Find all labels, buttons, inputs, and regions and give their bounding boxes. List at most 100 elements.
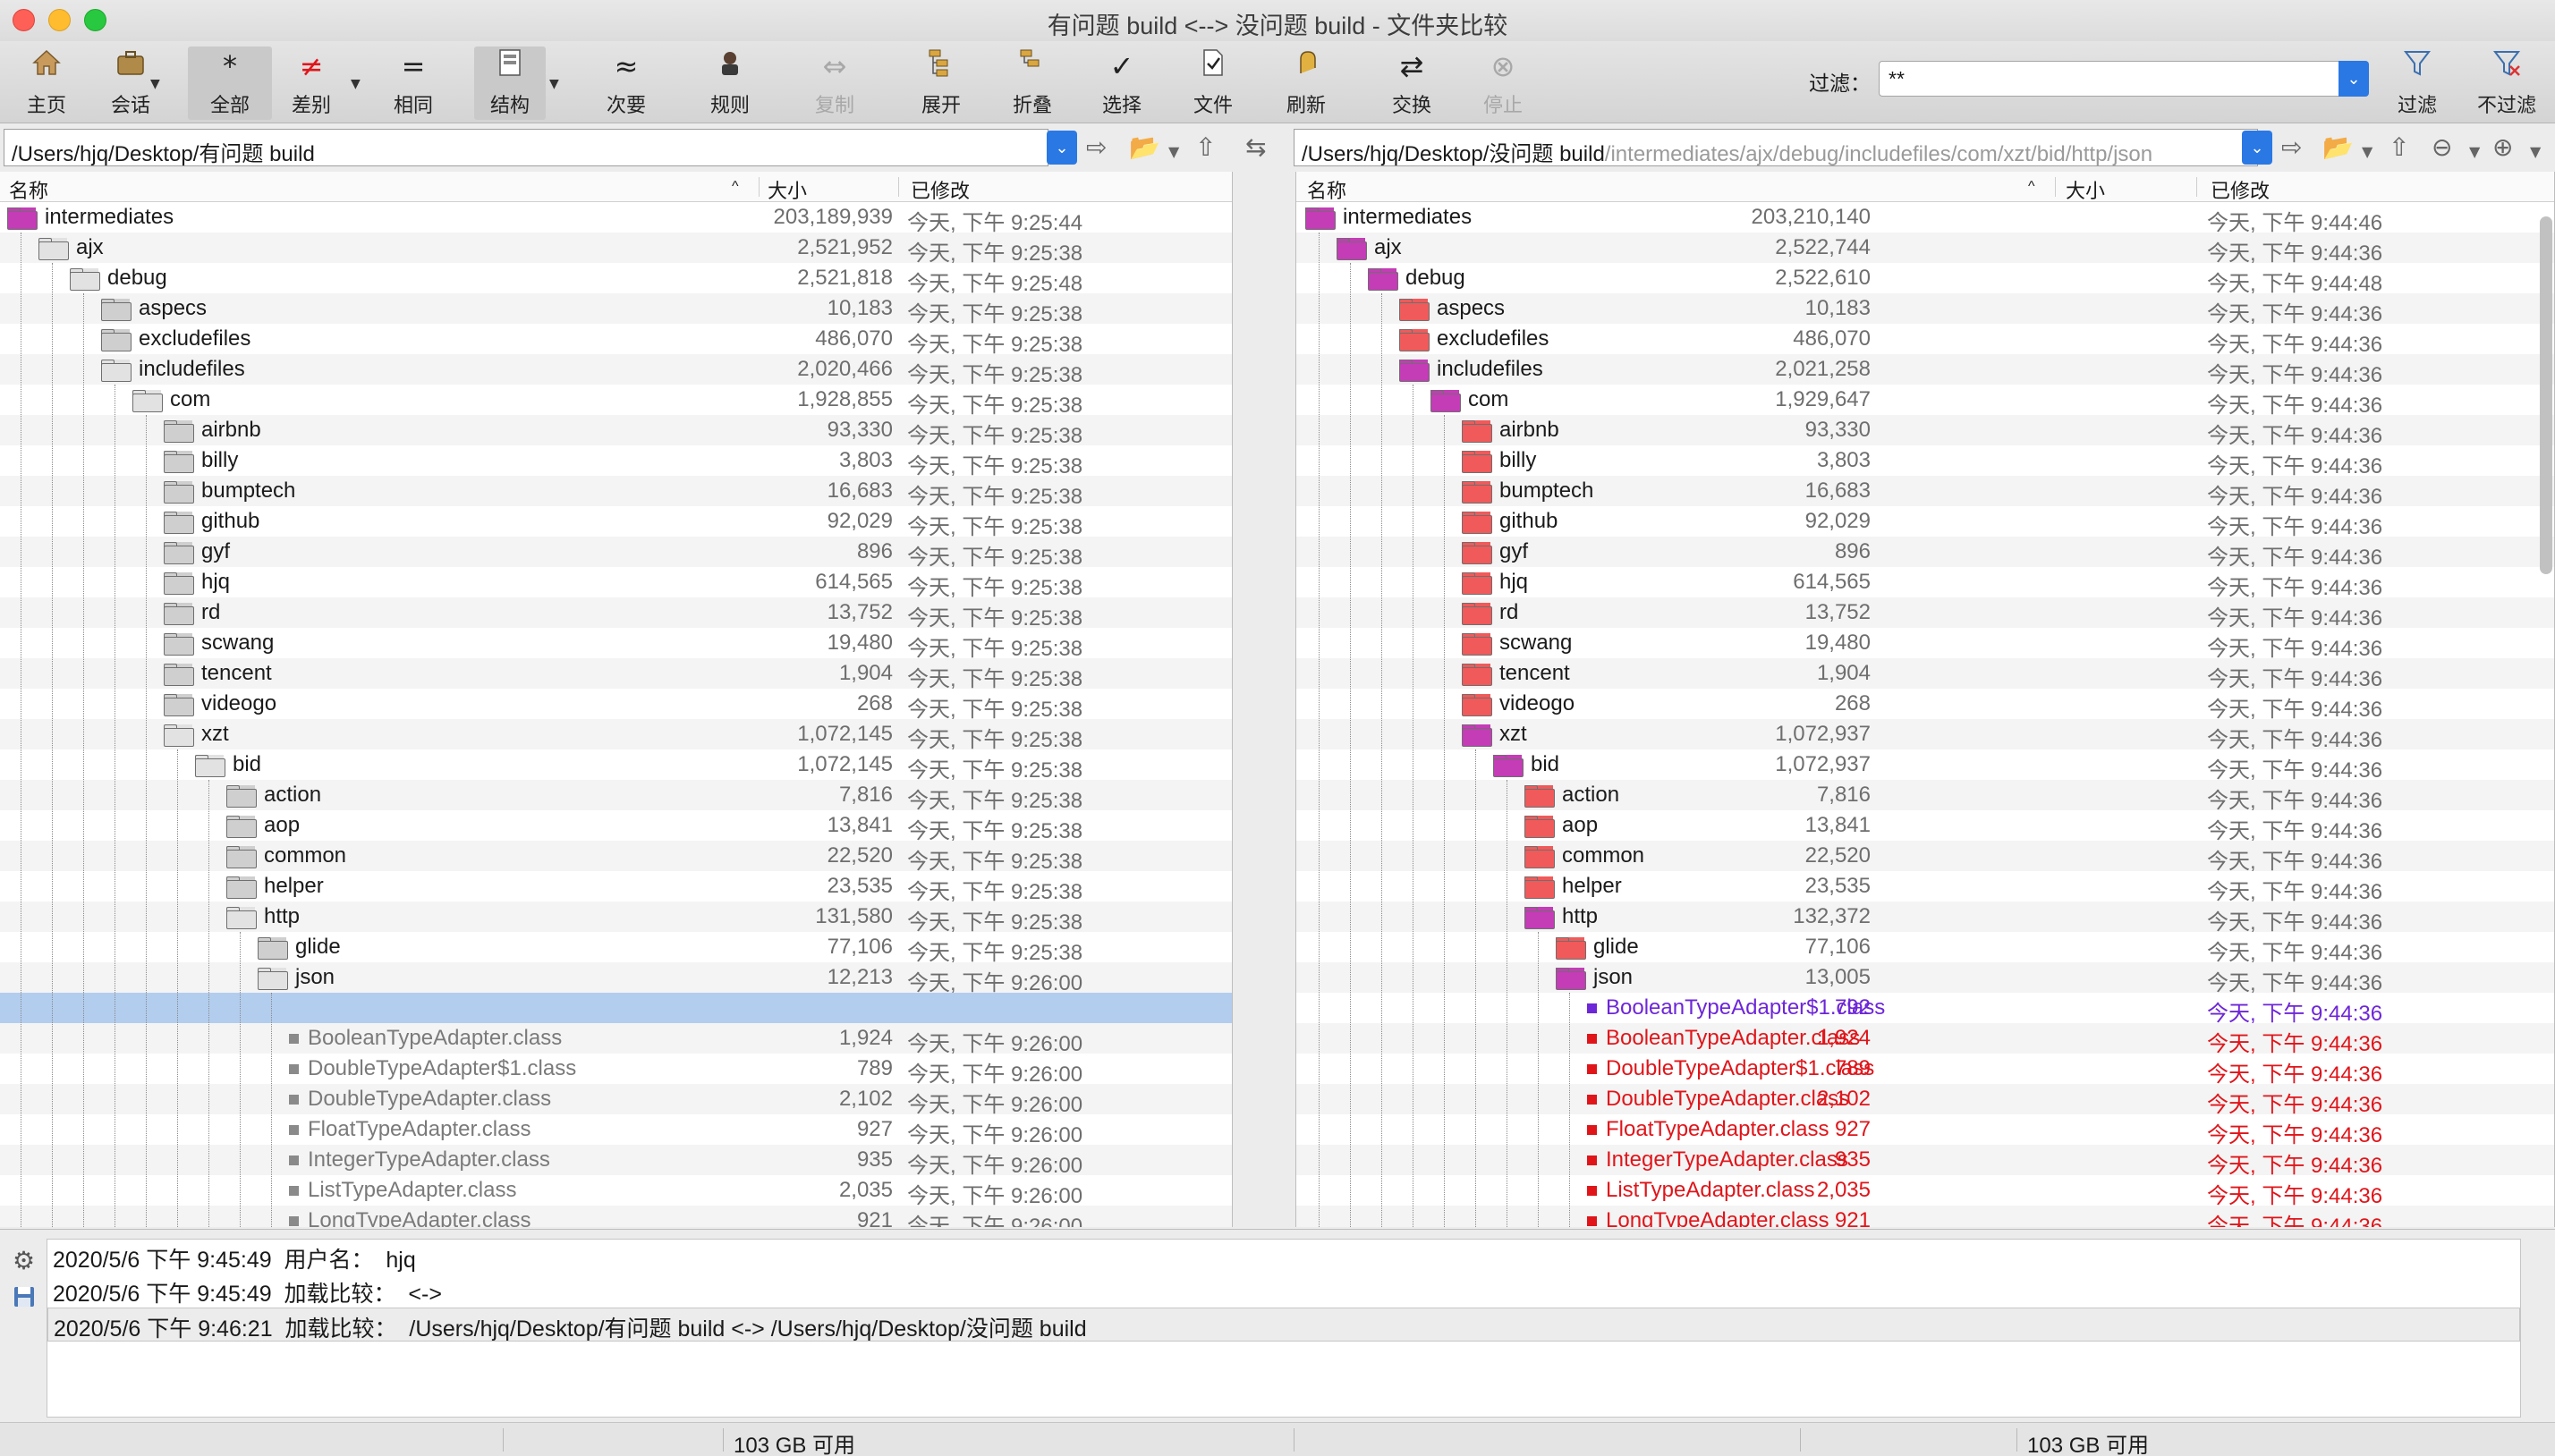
filter-dropdown-button[interactable]: ⌄ <box>2339 61 2369 97</box>
folder-row[interactable]: ajx 2,522,744 今天, 下午 9:44:36 <box>1296 233 2554 266</box>
right-path-input[interactable]: /Users/hjq/Desktop/没问题 build/intermediat… <box>1294 129 2258 166</box>
file-row[interactable]: DoubleTypeAdapter.class 2,102 今天, 下午 9:26:… <box>0 1084 1232 1117</box>
session-button[interactable]: 会话 <box>104 47 157 120</box>
left-open-dropdown-arrow[interactable]: ▼ <box>1168 143 1179 160</box>
folder-row[interactable]: action 7,816 今天, 下午 9:25:38 <box>0 780 1232 813</box>
back-dropdown-arrow[interactable]: ▼ <box>2469 143 2480 160</box>
file-row[interactable]: BooleanTypeAdapter.class 1,924 今天, 下午 9:26… <box>0 1023 1232 1056</box>
folder-row[interactable]: hjq 614,565 今天, 下午 9:44:36 <box>1296 567 2554 600</box>
folder-row[interactable]: xzt 1,072,937 今天, 下午 9:44:36 <box>1296 719 2554 752</box>
folder-row[interactable]: videogo 268 今天, 下午 9:44:36 <box>1296 689 2554 722</box>
rules-button[interactable]: 规则 <box>703 47 757 120</box>
folder-row[interactable]: common 22,520 今天, 下午 9:25:38 <box>0 841 1232 874</box>
folder-row[interactable]: gyf 896 今天, 下午 9:44:36 <box>1296 537 2554 570</box>
file-row[interactable]: FloatTypeAdapter.class 927 今天, 下午 9:26:00 <box>0 1114 1232 1147</box>
file-row[interactable]: DoubleTypeAdapter.class 2,102 今天, 下午 9:44:… <box>1296 1084 2554 1117</box>
file-row[interactable]: LongTypeAdapter.class 921 今天, 下午 9:44:36 <box>1296 1206 2554 1227</box>
folder-row[interactable]: xzt 1,072,145 今天, 下午 9:25:38 <box>0 719 1232 752</box>
folder-row[interactable]: billy 3,803 今天, 下午 9:44:36 <box>1296 445 2554 478</box>
folder-row[interactable]: bumptech 16,683 今天, 下午 9:44:36 <box>1296 476 2554 509</box>
folder-row[interactable]: json 12,213 今天, 下午 9:26:00 <box>0 962 1232 995</box>
folder-row[interactable]: excludefiles 486,070 今天, 下午 9:44:36 <box>1296 324 2554 357</box>
filter-input[interactable]: ** <box>1879 61 2353 97</box>
folder-row[interactable]: ajx 2,521,952 今天, 下午 9:25:38 <box>0 233 1232 266</box>
file-row[interactable]: ListTypeAdapter.class 2,035 今天, 下午 9:26:00 <box>0 1175 1232 1208</box>
file-button[interactable]: 文件 <box>1186 47 1240 120</box>
left-col-modified[interactable]: 已修改 <box>911 175 970 204</box>
right-col-size[interactable]: 大小 <box>2066 175 2105 204</box>
folder-row[interactable]: common 22,520 今天, 下午 9:44:36 <box>1296 841 2554 874</box>
folder-row[interactable]: scwang 19,480 今天, 下午 9:25:38 <box>0 628 1232 661</box>
right-open-dropdown-arrow[interactable]: ▼ <box>2362 143 2372 160</box>
left-up-folder-icon[interactable]: ⇧ <box>1195 132 1216 162</box>
forward-dropdown-arrow[interactable]: ▼ <box>2530 143 2541 160</box>
folder-row[interactable]: helper 23,535 今天, 下午 9:25:38 <box>0 871 1232 904</box>
right-col-name[interactable]: 名称 <box>1307 175 1346 204</box>
folder-row[interactable]: http 132,372 今天, 下午 9:44:36 <box>1296 902 2554 935</box>
folder-row[interactable]: aspecs 10,183 今天, 下午 9:44:36 <box>1296 293 2554 326</box>
left-path-dropdown[interactable]: ⌄ <box>1047 131 1077 165</box>
folder-row[interactable]: includefiles 2,020,466 今天, 下午 9:25:38 <box>0 354 1232 387</box>
folder-row[interactable]: com 1,928,855 今天, 下午 9:25:38 <box>0 385 1232 418</box>
file-row[interactable]: LongTypeAdapter.class 921 今天, 下午 9:26:00 <box>0 1206 1232 1227</box>
right-path-dropdown[interactable]: ⌄ <box>2242 131 2272 165</box>
refresh-button[interactable]: 刷新 <box>1279 47 1333 120</box>
folder-row[interactable]: glide 77,106 今天, 下午 9:25:38 <box>0 932 1232 965</box>
file-row[interactable]: BooleanTypeAdapter$1.class 792 今天, 下午 9:44… <box>1296 993 2554 1026</box>
folder-row[interactable]: bumptech 16,683 今天, 下午 9:25:38 <box>0 476 1232 509</box>
gear-icon[interactable]: ⚙ <box>13 1246 35 1275</box>
folder-row[interactable]: aspecs 10,183 今天, 下午 9:25:38 <box>0 293 1232 326</box>
swap-button[interactable]: ⇄ 交换 <box>1385 47 1439 120</box>
file-row[interactable]: IntegerTypeAdapter.class 935 今天, 下午 9:44:3… <box>1296 1145 2554 1178</box>
no-filter-button[interactable]: 不过滤 <box>2474 47 2539 120</box>
log-output[interactable]: 2020/5/6 下午 9:45:49 用户名： hjq 2020/5/6 下午… <box>47 1239 2521 1418</box>
right-col-modified[interactable]: 已修改 <box>2211 175 2270 204</box>
file-row[interactable]: IntegerTypeAdapter.class 935 今天, 下午 9:26:0… <box>0 1145 1232 1178</box>
structure-dropdown-arrow[interactable]: ▼ <box>549 77 559 91</box>
folder-row[interactable]: github 92,029 今天, 下午 9:44:36 <box>1296 506 2554 539</box>
left-col-separator[interactable] <box>759 177 760 197</box>
folder-row[interactable]: bid 1,072,145 今天, 下午 9:25:38 <box>0 749 1232 783</box>
file-row[interactable]: BooleanTypeAdapter.class 1,924 今天, 下午 9:44… <box>1296 1023 2554 1056</box>
folder-row[interactable]: aop 13,841 今天, 下午 9:44:36 <box>1296 810 2554 843</box>
file-row[interactable]: DoubleTypeAdapter$1.class 789 今天, 下午 9:26:… <box>0 1054 1232 1087</box>
selected-row[interactable] <box>0 993 1232 1023</box>
expand-button[interactable]: 展开 <box>914 47 968 120</box>
show-all-button[interactable]: * 全部 <box>188 47 272 120</box>
file-row[interactable]: FloatTypeAdapter.class 927 今天, 下午 9:44:36 <box>1296 1114 2554 1147</box>
left-col-separator[interactable] <box>898 177 899 197</box>
copy-button[interactable]: ⇔ 复制 <box>808 47 862 120</box>
back-circle-icon[interactable]: ⊖ <box>2432 132 2452 162</box>
folder-row[interactable]: includefiles 2,021,258 今天, 下午 9:44:36 <box>1296 354 2554 387</box>
folder-row[interactable]: debug 2,522,610 今天, 下午 9:44:48 <box>1296 263 2554 296</box>
right-folder-pane[interactable]: 名称 ^ 大小 已修改 intermediates 203,210,140 今天, … <box>1295 172 2555 1227</box>
home-button[interactable]: 主页 <box>20 47 73 120</box>
left-col-name[interactable]: 名称 <box>9 175 48 204</box>
filter-button[interactable]: 过滤 <box>2390 47 2444 120</box>
select-button[interactable]: ✓ 选择 <box>1095 47 1149 120</box>
left-open-folder-icon[interactable]: 📂 <box>1129 132 1160 162</box>
minor-button[interactable]: ≈ 次要 <box>599 47 653 120</box>
folder-row[interactable]: tencent 1,904 今天, 下午 9:44:36 <box>1296 658 2554 691</box>
forward-circle-icon[interactable]: ⊕ <box>2492 132 2513 162</box>
right-col-separator[interactable] <box>2055 177 2056 197</box>
folder-row[interactable]: glide 77,106 今天, 下午 9:44:36 <box>1296 932 2554 965</box>
folder-row[interactable]: bid 1,072,937 今天, 下午 9:44:36 <box>1296 749 2554 783</box>
folder-row[interactable]: http 131,580 今天, 下午 9:25:38 <box>0 902 1232 935</box>
folder-row[interactable]: videogo 268 今天, 下午 9:25:38 <box>0 689 1232 722</box>
save-disk-icon[interactable] <box>13 1285 36 1315</box>
folder-row[interactable]: com 1,929,647 今天, 下午 9:44:36 <box>1296 385 2554 418</box>
folder-row[interactable]: billy 3,803 今天, 下午 9:25:38 <box>0 445 1232 478</box>
left-path-input[interactable]: /Users/hjq/Desktop/有问题 build <box>4 129 1048 166</box>
folder-row[interactable]: excludefiles 486,070 今天, 下午 9:25:38 <box>0 324 1232 357</box>
right-col-separator[interactable] <box>2196 177 2197 197</box>
structure-button[interactable]: 结构 <box>474 47 546 120</box>
folder-row[interactable]: airbnb 93,330 今天, 下午 9:25:38 <box>0 415 1232 448</box>
left-folder-pane[interactable]: 名称 ^ 大小 已修改 intermediates 203,189,939 今天, … <box>0 172 1233 1227</box>
right-open-folder-icon[interactable]: 📂 <box>2322 132 2354 162</box>
folder-row[interactable]: hjq 614,565 今天, 下午 9:25:38 <box>0 567 1232 600</box>
right-vertical-scrollbar[interactable] <box>2540 216 2552 574</box>
folder-row[interactable]: debug 2,521,818 今天, 下午 9:25:48 <box>0 263 1232 296</box>
file-row[interactable]: ListTypeAdapter.class 2,035 今天, 下午 9:44:36 <box>1296 1175 2554 1208</box>
folder-row[interactable]: github 92,029 今天, 下午 9:25:38 <box>0 506 1232 539</box>
